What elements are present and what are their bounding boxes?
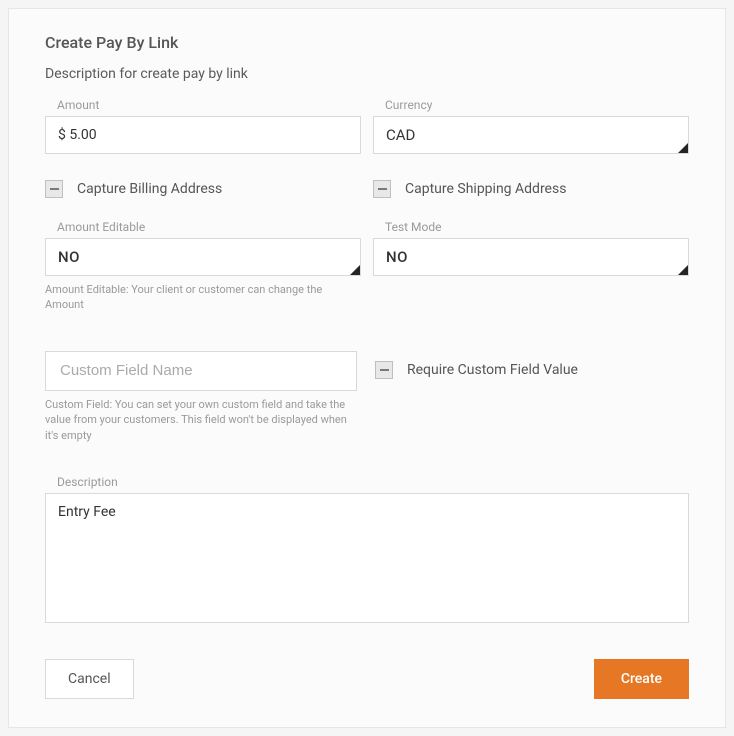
modal-title: Create Pay By Link [45, 33, 689, 52]
amount-label: Amount [57, 98, 361, 112]
create-button[interactable]: Create [594, 659, 689, 699]
create-pay-by-link-modal: Create Pay By Link Description for creat… [8, 8, 726, 728]
custom-field-input[interactable] [45, 351, 357, 391]
test-mode-value: NO [386, 248, 408, 266]
test-mode-label: Test Mode [385, 220, 689, 234]
require-custom-label: Require Custom Field Value [407, 362, 578, 378]
capture-billing-label: Capture Billing Address [77, 181, 222, 197]
amount-editable-value: NO [58, 248, 80, 266]
amount-editable-label: Amount Editable [57, 220, 361, 234]
indeterminate-icon [50, 188, 59, 190]
currency-value: CAD [386, 126, 415, 144]
dropdown-handle-icon [350, 265, 360, 275]
currency-select[interactable]: CAD [373, 116, 689, 154]
amount-editable-select[interactable]: NO [45, 238, 361, 276]
capture-shipping-checkbox[interactable] [373, 180, 391, 198]
indeterminate-icon [378, 188, 387, 190]
capture-shipping-label: Capture Shipping Address [405, 181, 566, 197]
custom-field-helper: Custom Field: You can set your own custo… [45, 397, 357, 443]
description-label: Description [57, 475, 689, 489]
capture-billing-checkbox[interactable] [45, 180, 63, 198]
cancel-button[interactable]: Cancel [45, 659, 134, 699]
description-textarea[interactable] [45, 493, 689, 623]
dropdown-handle-icon [678, 143, 688, 153]
require-custom-checkbox[interactable] [375, 361, 393, 379]
currency-label: Currency [385, 98, 689, 112]
modal-subtitle: Description for create pay by link [45, 66, 689, 82]
indeterminate-icon [380, 369, 389, 371]
test-mode-select[interactable]: NO [373, 238, 689, 276]
amount-editable-helper: Amount Editable: Your client or customer… [45, 282, 361, 313]
amount-input[interactable] [45, 116, 361, 154]
dropdown-handle-icon [678, 265, 688, 275]
